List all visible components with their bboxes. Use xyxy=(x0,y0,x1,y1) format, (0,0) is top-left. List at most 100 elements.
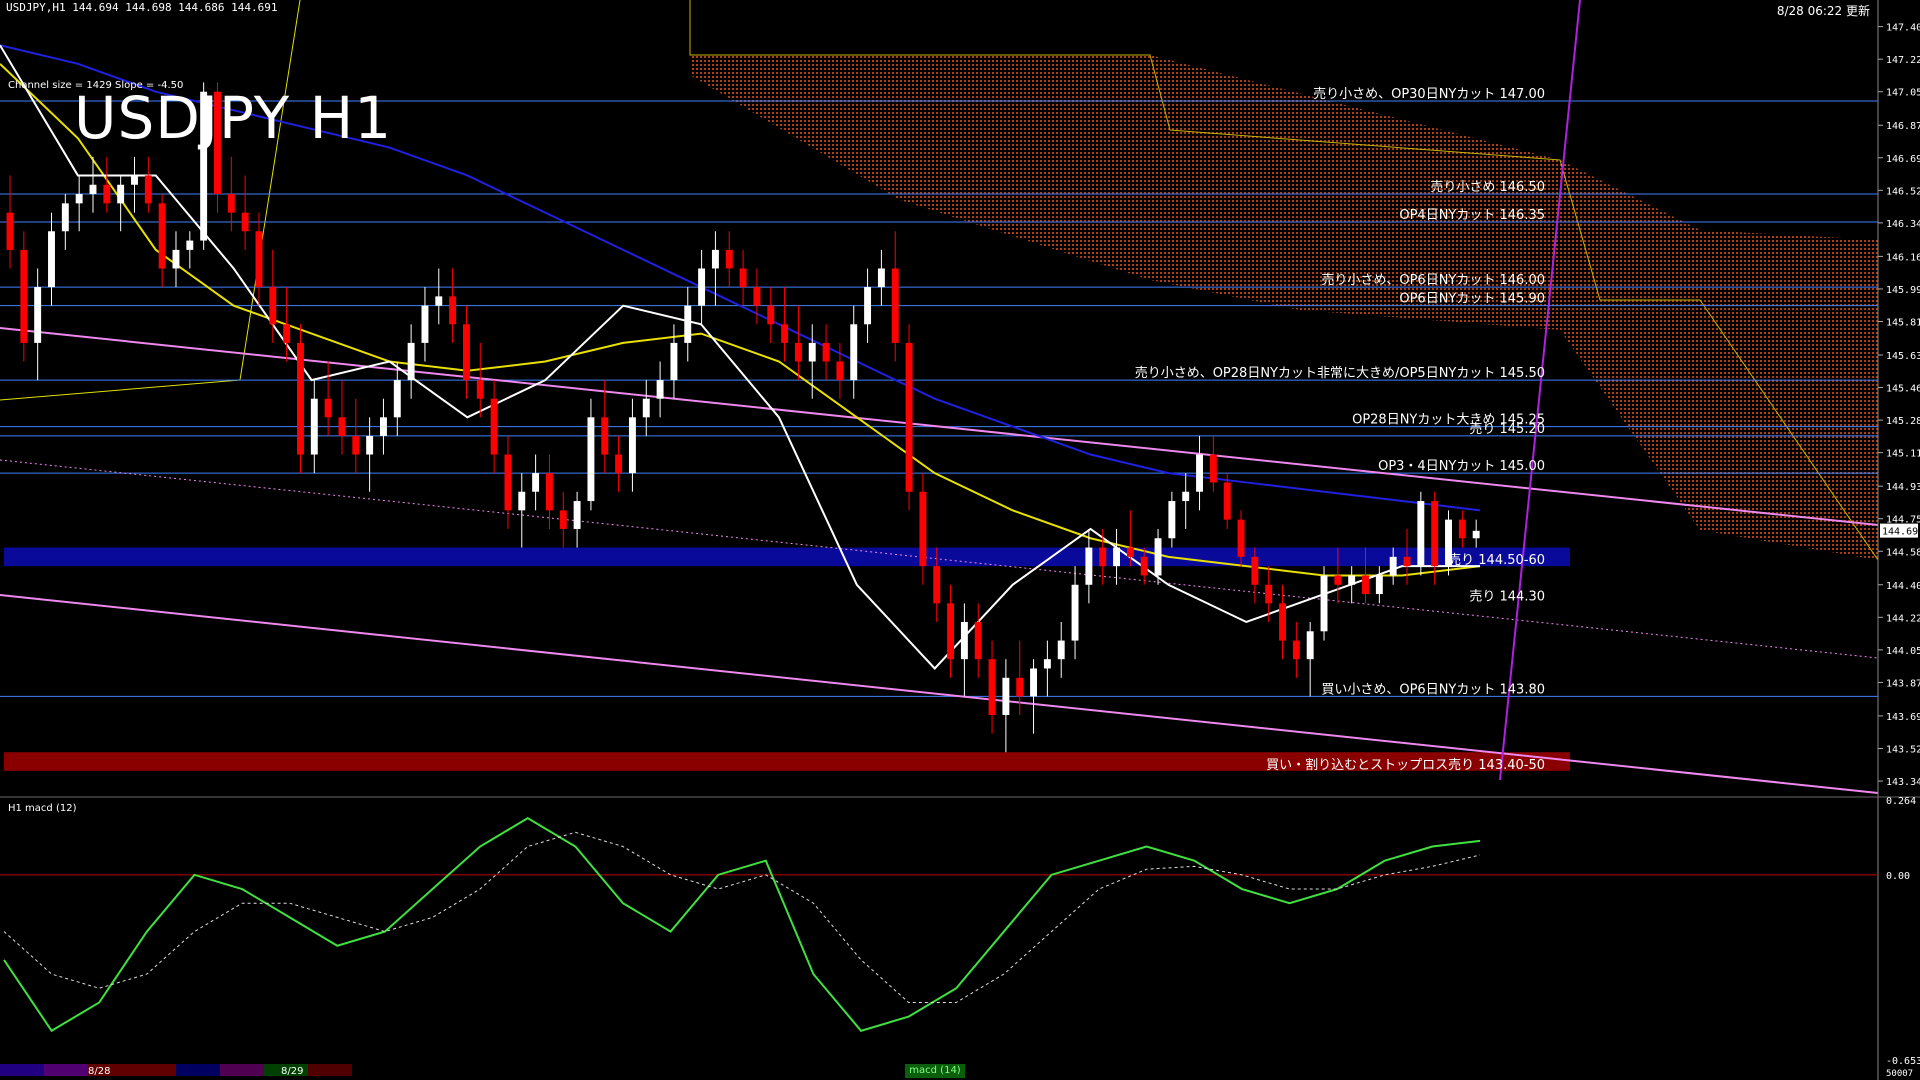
date-marker: 8/29 xyxy=(281,1066,303,1077)
zone-band xyxy=(4,547,1570,567)
candle-body xyxy=(255,231,263,288)
candle-body xyxy=(1016,677,1024,697)
candle-body xyxy=(1168,501,1176,539)
level-label: 売り小さめ、OP28日NYカット非常に大きめ/OP5日NYカット 145.50 xyxy=(1135,365,1545,381)
candle-body xyxy=(532,473,540,492)
date-bar-segment xyxy=(308,1064,352,1076)
level-label: 売り小さめ、OP6日NYカット 146.00 xyxy=(1321,272,1545,288)
candle-body xyxy=(1348,575,1356,585)
candle-body xyxy=(366,435,374,455)
candle-body xyxy=(283,324,291,343)
y-tick-label: 143.695 xyxy=(1886,712,1920,723)
candle-body xyxy=(781,324,789,343)
candle-body xyxy=(1030,668,1038,697)
candle-body xyxy=(1126,547,1134,557)
y-tick-label: 143.875 xyxy=(1886,678,1920,689)
candle-body xyxy=(324,398,332,418)
candle-body xyxy=(587,417,595,502)
y-tick-label: 145.815 xyxy=(1886,317,1920,328)
sell-144-30-label: 売り 144.30 xyxy=(1469,588,1545,604)
candle-body xyxy=(1223,482,1231,520)
candle-body xyxy=(1292,640,1300,660)
candle-body xyxy=(905,342,913,492)
candle-body xyxy=(34,287,42,343)
candle xyxy=(297,324,304,474)
candle-body xyxy=(393,380,401,418)
y-tick-label: 145.285 xyxy=(1886,416,1920,427)
level-label: 売り 145.20 xyxy=(1469,421,1545,437)
candle-body xyxy=(573,501,581,529)
candle-body xyxy=(960,621,968,660)
macd-label: H1 macd (12) xyxy=(8,803,77,814)
candle-body xyxy=(1057,640,1065,660)
candle-body xyxy=(933,566,941,604)
candle-body xyxy=(836,361,844,381)
y-tick-label: 145.110 xyxy=(1886,449,1920,460)
candle xyxy=(1320,566,1328,641)
candle-body xyxy=(988,659,996,715)
candle-body xyxy=(297,342,304,455)
candle-body xyxy=(380,417,387,436)
candle-body xyxy=(808,342,816,362)
macd-axis-label: 0.264 xyxy=(1886,796,1916,807)
candle-body xyxy=(725,249,733,269)
y-tick-label: 144.930 xyxy=(1886,482,1920,493)
candle-body xyxy=(670,342,678,381)
y-tick-label: 145.460 xyxy=(1886,384,1920,395)
candle-body xyxy=(103,184,111,204)
date-bar-segment xyxy=(44,1064,88,1076)
candle-body xyxy=(227,194,235,213)
candle-body xyxy=(1306,631,1314,660)
candle-body xyxy=(1458,519,1466,539)
candle-body xyxy=(753,287,761,306)
macd-tab[interactable]: macd (14) xyxy=(905,1064,965,1078)
candle-body xyxy=(1196,454,1203,492)
candle-body xyxy=(1002,677,1010,715)
y-tick-label: 146.165 xyxy=(1886,252,1920,263)
candle-body xyxy=(144,175,152,204)
candle-body xyxy=(601,417,609,455)
candle-body xyxy=(1472,530,1480,539)
candle-body xyxy=(1099,547,1107,567)
candle-body xyxy=(407,342,415,381)
macd-axis-label: 0.00 xyxy=(1886,871,1910,882)
y-tick-label: 143.345 xyxy=(1886,777,1920,788)
candle-body xyxy=(1237,519,1245,557)
candle xyxy=(20,231,28,362)
y-tick-label: 144.050 xyxy=(1886,646,1920,657)
y-tick-label: 146.520 xyxy=(1886,186,1920,197)
candle-body xyxy=(158,203,166,269)
y-tick-label: 143.520 xyxy=(1886,744,1920,755)
candle-body xyxy=(794,342,802,362)
y-tick-label: 147.050 xyxy=(1886,88,1920,99)
y-tick-label: 144.225 xyxy=(1886,613,1920,624)
level-label: OP6日NYカット 145.90 xyxy=(1399,292,1545,307)
candle-body xyxy=(684,305,692,343)
candle-body xyxy=(490,398,498,455)
candle-body xyxy=(1209,454,1217,483)
candle-body xyxy=(117,184,125,204)
date-bar-segment xyxy=(0,1064,44,1076)
candle-body xyxy=(1431,501,1439,567)
candle-body xyxy=(89,184,97,195)
candle-body xyxy=(767,305,775,325)
candle-body xyxy=(642,398,650,418)
candle-body xyxy=(1403,556,1411,567)
candle-body xyxy=(476,380,484,399)
level-label: 売り小さめ、OP30日NYカット 147.00 xyxy=(1313,86,1545,102)
candle-body xyxy=(504,454,512,511)
candle-body xyxy=(61,203,69,232)
y-tick-label: 145.990 xyxy=(1886,285,1920,296)
date-bar-segment xyxy=(220,1064,264,1076)
candle-body xyxy=(1154,538,1162,576)
candle-body xyxy=(310,398,318,455)
symbol-quote: USDJPY,H1 144.694 144.698 144.686 144.69… xyxy=(6,1,278,14)
level-label: OP4日NYカット 146.35 xyxy=(1399,208,1545,223)
candle-body xyxy=(1182,491,1190,502)
macd-corner-label: 50007 xyxy=(1886,1069,1913,1079)
candle-body xyxy=(1334,575,1342,585)
candle-body xyxy=(449,296,457,325)
candle-body xyxy=(75,194,83,204)
candle-body xyxy=(352,435,360,455)
candle-body xyxy=(1113,547,1120,567)
